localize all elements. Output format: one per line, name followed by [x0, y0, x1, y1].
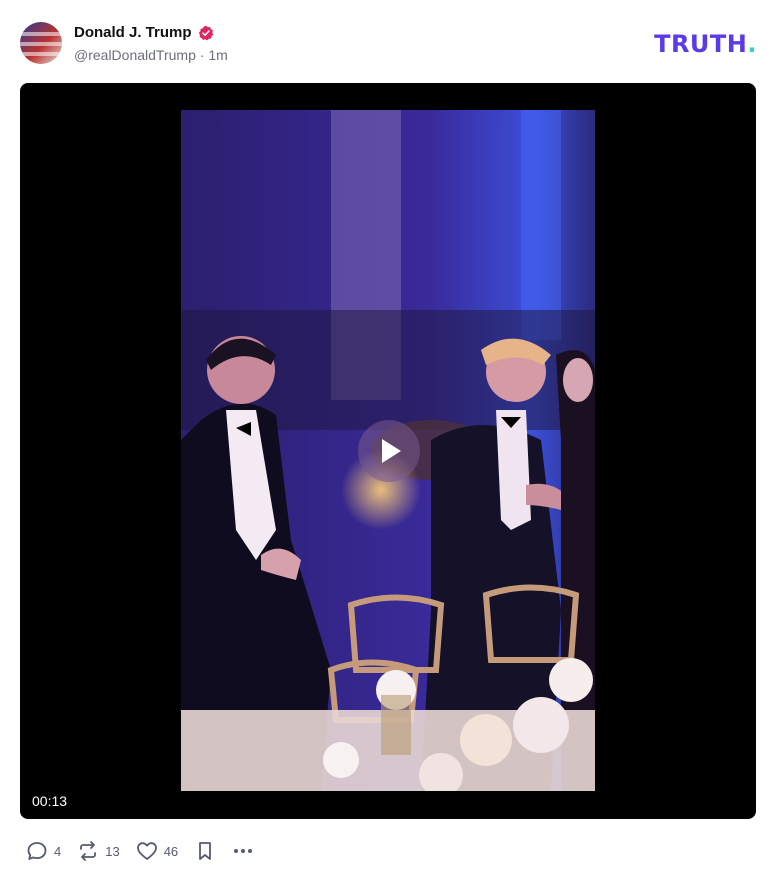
video-player[interactable]: 00:13 [20, 83, 756, 819]
author-handle[interactable]: @realDonaldTrump [74, 47, 196, 63]
bookmark-button[interactable] [194, 840, 216, 862]
play-icon [382, 439, 401, 463]
post-time[interactable]: 1m [208, 47, 227, 63]
author-name-row: Donald J. Trump [74, 24, 214, 41]
retruth-count: 13 [105, 843, 120, 859]
retruth-button[interactable]: 13 [77, 840, 120, 862]
bookmark-icon [199, 842, 212, 860]
logo-dot: . [747, 30, 757, 58]
play-button[interactable] [358, 420, 420, 482]
verified-badge-icon [198, 25, 214, 41]
logo-text: TRUTH [654, 30, 748, 58]
more-options-button[interactable] [232, 840, 254, 862]
video-duration: 00:13 [32, 793, 68, 809]
post-header: Donald J. Trump @realDonaldTrump · 1m TR… [20, 20, 757, 66]
truth-logo[interactable]: TRUTH. [654, 30, 757, 58]
author-display-name[interactable]: Donald J. Trump [74, 24, 192, 41]
more-icon [234, 849, 253, 853]
reply-icon [27, 842, 47, 860]
avatar[interactable] [20, 22, 62, 64]
like-count: 46 [163, 843, 179, 859]
heart-icon [136, 842, 157, 860]
reply-count: 4 [54, 843, 62, 859]
post-actions: 4 13 46 [26, 838, 270, 864]
like-button[interactable]: 46 [136, 840, 178, 862]
reply-button[interactable]: 4 [26, 840, 61, 862]
retruth-icon [80, 841, 97, 861]
author-handle-row: @realDonaldTrump · 1m [74, 47, 228, 63]
